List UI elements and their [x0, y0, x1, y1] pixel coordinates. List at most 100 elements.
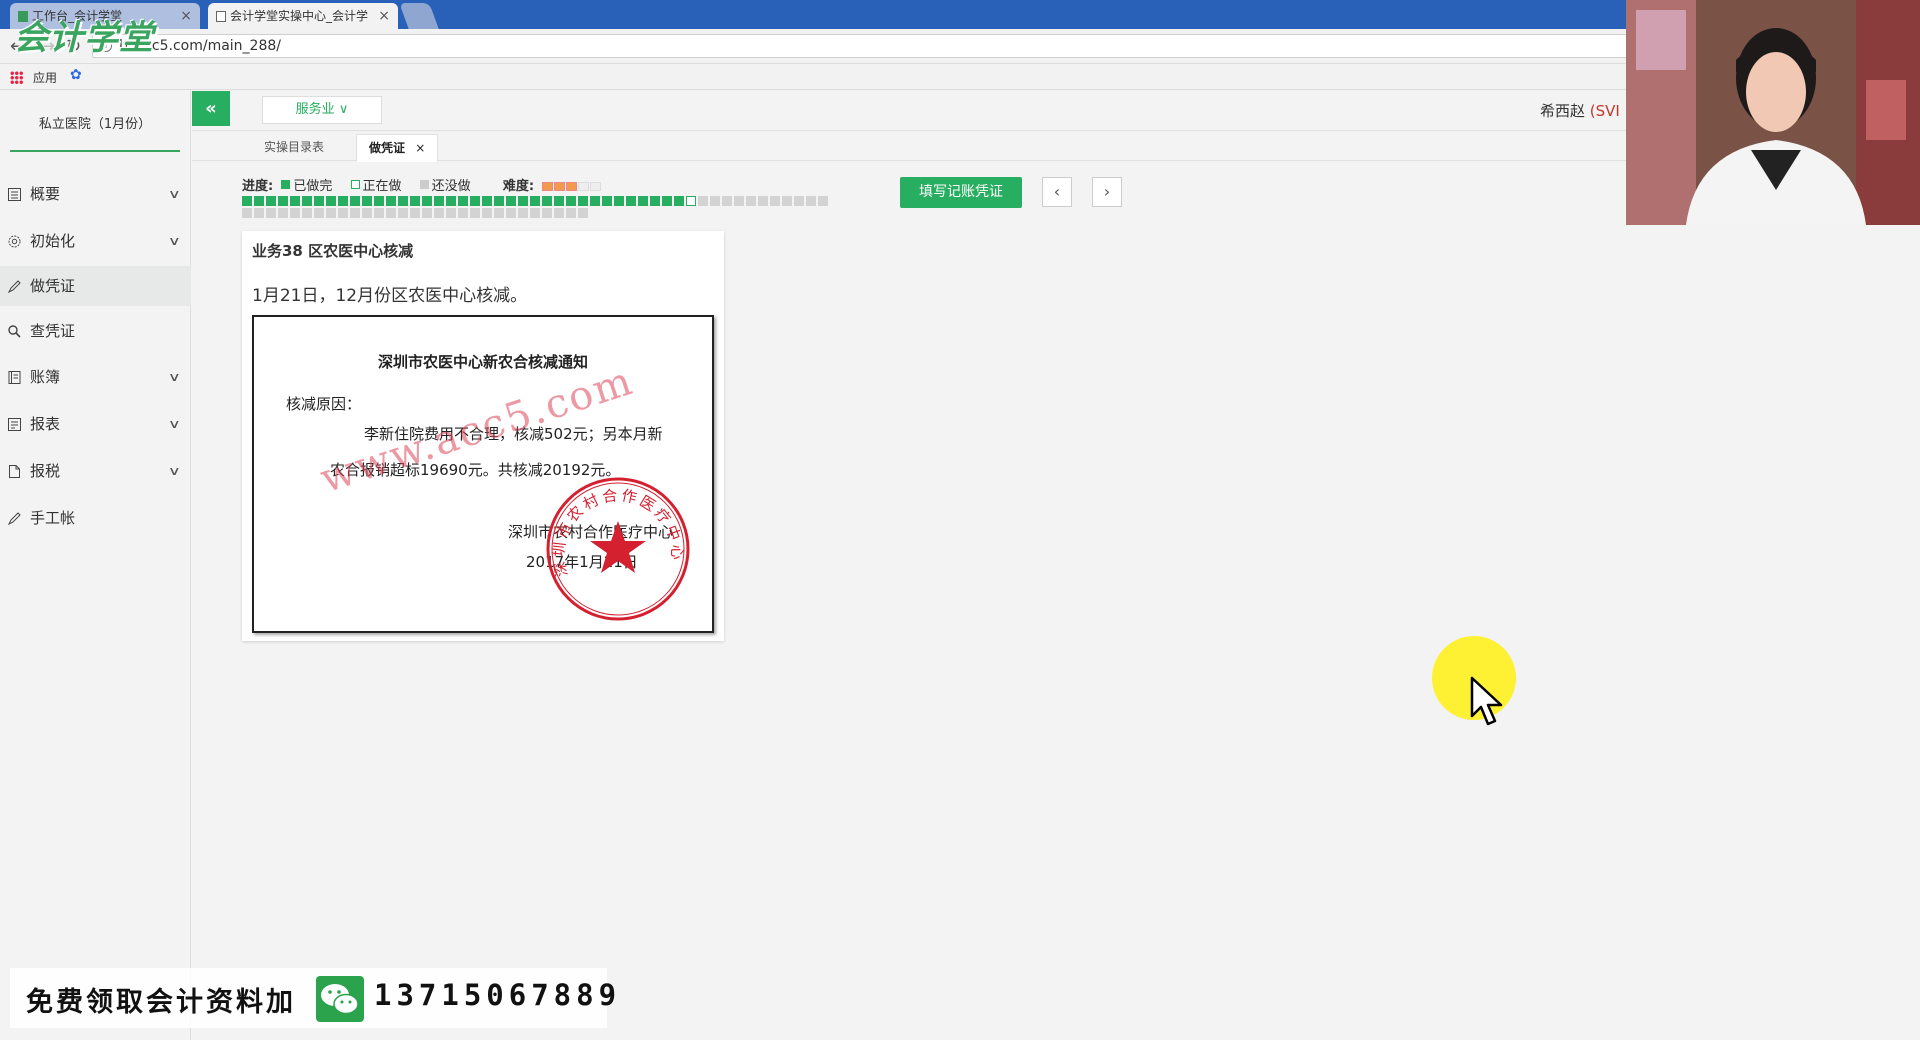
progress-cell[interactable]: [542, 208, 552, 218]
progress-cell[interactable]: [470, 208, 480, 218]
progress-cell[interactable]: [614, 196, 624, 206]
progress-cell[interactable]: [590, 196, 600, 206]
progress-cell[interactable]: [410, 208, 420, 218]
progress-cell[interactable]: [566, 208, 576, 218]
progress-cell[interactable]: [398, 208, 408, 218]
progress-cell[interactable]: [818, 196, 828, 206]
apps-bookmark[interactable]: 应用: [33, 69, 57, 86]
industry-dropdown[interactable]: 服务业 ∨: [262, 96, 382, 124]
progress-cell[interactable]: [290, 208, 300, 218]
progress-cell[interactable]: [302, 196, 312, 206]
progress-cell[interactable]: [662, 196, 672, 206]
progress-cell[interactable]: [350, 208, 360, 218]
progress-cell[interactable]: [434, 196, 444, 206]
tab-make-voucher[interactable]: 做凭证 ×: [356, 134, 439, 162]
progress-cell[interactable]: [254, 208, 264, 218]
baidu-paw-icon[interactable]: ✿: [70, 67, 82, 83]
progress-cell[interactable]: [326, 208, 336, 218]
progress-cell[interactable]: [686, 196, 696, 206]
close-icon[interactable]: ×: [415, 141, 425, 155]
progress-cell[interactable]: [806, 196, 816, 206]
progress-cell[interactable]: [374, 196, 384, 206]
progress-cell[interactable]: [434, 208, 444, 218]
progress-cell[interactable]: [722, 196, 732, 206]
progress-cell[interactable]: [506, 208, 516, 218]
progress-cell[interactable]: [674, 196, 684, 206]
user-info[interactable]: 希西赵 (SVI: [1540, 100, 1620, 121]
progress-cell[interactable]: [602, 196, 612, 206]
progress-cell[interactable]: [518, 208, 528, 218]
progress-cell[interactable]: [554, 208, 564, 218]
progress-cell[interactable]: [410, 196, 420, 206]
progress-cell[interactable]: [386, 208, 396, 218]
sidebar-item-reports[interactable]: 报表 ∨: [0, 404, 191, 444]
sidebar-item-make-voucher[interactable]: 做凭证: [0, 266, 191, 306]
progress-cell[interactable]: [278, 196, 288, 206]
progress-cell[interactable]: [302, 208, 312, 218]
progress-cell[interactable]: [710, 196, 720, 206]
progress-cell[interactable]: [374, 208, 384, 218]
progress-cell[interactable]: [446, 196, 456, 206]
progress-cell[interactable]: [542, 196, 552, 206]
sidebar-item-manual-book[interactable]: 手工帐: [0, 498, 191, 538]
close-icon[interactable]: ×: [378, 3, 390, 29]
collapse-sidebar-button[interactable]: «: [192, 91, 230, 126]
progress-cell[interactable]: [506, 196, 516, 206]
progress-cell[interactable]: [362, 196, 372, 206]
progress-cell[interactable]: [482, 208, 492, 218]
progress-cell[interactable]: [422, 208, 432, 218]
new-tab-button[interactable]: [399, 3, 439, 29]
progress-cell[interactable]: [518, 196, 528, 206]
progress-cell[interactable]: [470, 196, 480, 206]
prev-task-button[interactable]: ‹: [1042, 177, 1072, 207]
progress-cell[interactable]: [578, 196, 588, 206]
progress-cell[interactable]: [290, 196, 300, 206]
progress-cell[interactable]: [794, 196, 804, 206]
progress-cell[interactable]: [254, 196, 264, 206]
progress-cell[interactable]: [770, 196, 780, 206]
progress-cell[interactable]: [554, 196, 564, 206]
progress-cell[interactable]: [350, 196, 360, 206]
tab-practice-catalog[interactable]: 实操目录表: [252, 134, 336, 162]
progress-cell[interactable]: [758, 196, 768, 206]
progress-cell[interactable]: [338, 196, 348, 206]
progress-cell[interactable]: [746, 196, 756, 206]
progress-cell[interactable]: [482, 196, 492, 206]
source-document[interactable]: 深圳市农医中心新农合核减通知 核减原因： 李新住院费用不合理，核减502元；另本…: [252, 315, 714, 633]
progress-cell[interactable]: [530, 196, 540, 206]
progress-cell[interactable]: [242, 208, 252, 218]
browser-tab-practice[interactable]: 会计学堂实操中心_会计学 ×: [208, 3, 398, 29]
sidebar-item-tax[interactable]: 报税 ∨: [0, 451, 191, 491]
url-input[interactable]: i lx.acc5.com/main_288/: [92, 34, 1632, 58]
fill-voucher-button[interactable]: 填写记账凭证: [900, 177, 1022, 208]
progress-cell[interactable]: [494, 196, 504, 206]
progress-cell[interactable]: [242, 196, 252, 206]
progress-cell[interactable]: [650, 196, 660, 206]
progress-cell[interactable]: [326, 196, 336, 206]
progress-cell[interactable]: [578, 208, 588, 218]
progress-cell[interactable]: [734, 196, 744, 206]
progress-cell[interactable]: [566, 196, 576, 206]
progress-cell[interactable]: [266, 208, 276, 218]
progress-cell[interactable]: [494, 208, 504, 218]
progress-cell[interactable]: [530, 208, 540, 218]
progress-cell[interactable]: [458, 208, 468, 218]
next-task-button[interactable]: ›: [1092, 177, 1122, 207]
progress-cell[interactable]: [458, 196, 468, 206]
progress-cell[interactable]: [338, 208, 348, 218]
progress-cell[interactable]: [386, 196, 396, 206]
sidebar-item-query-voucher[interactable]: 查凭证: [0, 311, 191, 351]
close-icon[interactable]: ×: [180, 3, 192, 29]
sidebar-item-init[interactable]: 初始化 ∨: [0, 221, 191, 261]
progress-cell[interactable]: [446, 208, 456, 218]
sidebar-item-overview[interactable]: 概要 ∨: [0, 174, 191, 214]
progress-cell[interactable]: [314, 196, 324, 206]
apps-grid-icon[interactable]: [10, 71, 23, 84]
progress-cell[interactable]: [782, 196, 792, 206]
progress-cell[interactable]: [422, 196, 432, 206]
progress-cell[interactable]: [398, 196, 408, 206]
progress-cell[interactable]: [362, 208, 372, 218]
progress-cell[interactable]: [278, 208, 288, 218]
progress-cell[interactable]: [266, 196, 276, 206]
progress-cell[interactable]: [626, 196, 636, 206]
